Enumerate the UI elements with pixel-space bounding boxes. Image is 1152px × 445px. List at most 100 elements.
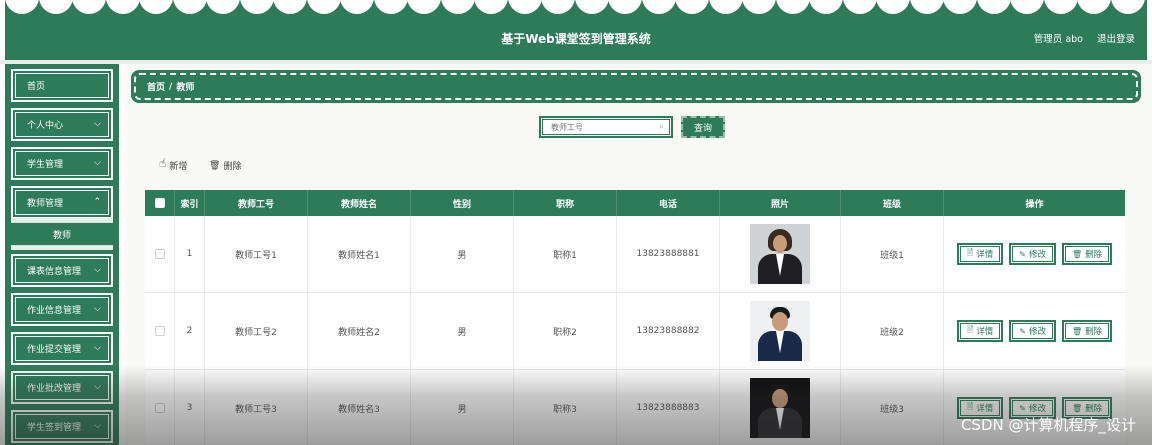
watermark-text: CSDN @计算机程序_设计	[960, 416, 1136, 434]
sidebar-item-label: 教师管理	[27, 199, 64, 209]
cell-teacher-name: 教师姓名2	[308, 293, 411, 369]
delete-label: 删除	[1085, 250, 1103, 260]
sidebar-item-homework-info-management[interactable]: 作业信息管理 ⌵	[10, 292, 114, 327]
cell-teacher-name: 教师姓名1	[308, 216, 411, 292]
trash-icon: 🗑︎	[209, 160, 221, 171]
user-label[interactable]: 管理员 abo	[1034, 31, 1083, 45]
detail-button[interactable]: 🗎︎ 详情	[956, 320, 1004, 342]
scallop-shape	[340, 0, 374, 14]
cell-gender: 男	[411, 216, 514, 292]
sidebar-item-student-management[interactable]: 学生管理 ⌵	[10, 146, 114, 181]
scallop-shape	[206, 0, 240, 14]
scallop-shape	[172, 0, 207, 14]
scallop-shape	[306, 0, 341, 14]
scallop-shape	[943, 0, 977, 14]
cell-title: 职称1	[514, 216, 617, 292]
scallop-shape	[976, 0, 1011, 14]
hand-cursor-icon: ☝	[159, 156, 167, 170]
sidebar-subitem-teacher[interactable]: 教师	[11, 222, 113, 246]
sidebar-item-homework-grading-management[interactable]: 作业批改管理 ⌵	[10, 370, 114, 405]
scallop-shape	[541, 0, 575, 14]
detail-label: 详情	[976, 250, 994, 260]
teacher-table: 索引 教师工号 教师姓名 性别 职称 电话 照片 班级 操作 1 教师工号1 教…	[145, 190, 1125, 445]
query-button[interactable]: 查询	[681, 116, 725, 138]
scallop-shape	[38, 0, 73, 14]
column-header: 电话	[617, 190, 720, 216]
cell-teacher-name: 教师姓名3	[308, 370, 411, 445]
select-all-checkbox[interactable]	[154, 198, 165, 208]
pencil-icon: ✎	[1019, 403, 1026, 413]
scallop-shape	[775, 0, 810, 14]
sidebar-item-schedule-management[interactable]: 课表信息管理 ⌵	[10, 253, 114, 288]
add-label: 新增	[169, 162, 188, 172]
chevron-down-icon: ⌵	[94, 158, 101, 168]
header-user-area: 管理员 abo 退出登录	[1034, 31, 1135, 45]
cell-gender: 男	[411, 370, 514, 445]
cell-gender: 男	[411, 293, 514, 369]
search-box: ⌕	[539, 116, 673, 138]
sidebar-submenu: 教师	[11, 218, 113, 250]
cell-index: 3	[175, 370, 205, 445]
scallop-shape	[239, 0, 274, 14]
sidebar-item-label: 首页	[27, 82, 46, 92]
edit-button[interactable]: ✎ 修改	[1009, 320, 1056, 342]
bulk-delete-button[interactable]: 🗑︎ 删除	[209, 159, 242, 173]
cell-phone: 13823888883	[617, 370, 720, 445]
cell-phone: 13823888882	[617, 293, 720, 369]
chevron-down-icon: ⌵	[94, 304, 101, 314]
cell-phone: 13823888881	[617, 216, 720, 292]
chevron-down-icon: ⌵	[94, 265, 101, 275]
scallop-shape	[909, 0, 944, 14]
column-header: 索引	[175, 190, 205, 216]
detail-button[interactable]: 🗎︎ 详情	[956, 243, 1004, 265]
column-header: 教师姓名	[308, 190, 411, 216]
teacher-photo	[750, 301, 810, 361]
top-header: 基于Web课堂签到管理系统 管理员 abo 退出登录	[5, 0, 1147, 60]
sidebar-item-home[interactable]: 首页	[10, 68, 114, 103]
sidebar-item-teacher-management[interactable]: 教师管理 ⌃	[10, 185, 114, 220]
cell-index: 2	[175, 293, 205, 369]
main-content: 首页 / 教师 ⌕ 查询 ☝ 新增 🗑︎ 删除 索引 教师工号 教师姓名 性别 …	[125, 64, 1152, 445]
teacher-photo	[750, 378, 810, 438]
row-checkbox[interactable]	[154, 403, 165, 413]
sidebar-item-homework-submit-management[interactable]: 作业提交管理 ⌵	[10, 331, 114, 366]
cell-class: 班级3	[841, 370, 944, 445]
row-checkbox[interactable]	[154, 326, 165, 336]
sidebar-item-label: 个人中心	[27, 121, 64, 131]
breadcrumb-home[interactable]: 首页	[147, 80, 165, 93]
scallop-shape	[876, 0, 910, 14]
sidebar-item-personal-center[interactable]: 个人中心 ⌵	[10, 107, 114, 142]
scallop-shape	[440, 0, 475, 14]
chevron-down-icon: ⌵	[94, 343, 101, 353]
row-checkbox[interactable]	[154, 249, 165, 259]
app-title: 基于Web课堂签到管理系统	[501, 32, 651, 46]
delete-button[interactable]: 🗑︎ 删除	[1062, 243, 1113, 265]
delete-label: 删除	[223, 162, 242, 172]
delete-button[interactable]: 🗑︎ 删除	[1062, 320, 1113, 342]
scallop-shape	[139, 0, 173, 14]
sidebar-item-label: 课表信息管理	[27, 267, 82, 277]
scallop-shape	[809, 0, 843, 14]
edit-label: 修改	[1028, 250, 1046, 260]
sidebar-item-label: 作业信息管理	[27, 306, 82, 316]
sidebar-item-label: 学生签到管理	[27, 423, 82, 433]
pencil-icon: ✎	[1019, 249, 1026, 259]
logout-button[interactable]: 退出登录	[1097, 31, 1135, 45]
document-icon: 🗎︎	[966, 402, 974, 411]
sidebar: 首页 个人中心 ⌵ 学生管理 ⌵ 教师管理 ⌃ 教师 课表信息管理 ⌵ 作业信息…	[5, 64, 119, 445]
cell-teacher-no: 教师工号1	[205, 216, 308, 292]
scallop-shape	[105, 0, 140, 14]
edit-button[interactable]: ✎ 修改	[1009, 243, 1056, 265]
cell-teacher-no: 教师工号3	[205, 370, 308, 445]
pencil-icon: ✎	[1019, 326, 1026, 336]
chevron-up-icon: ⌃	[93, 197, 101, 207]
row-checkbox-cell	[145, 370, 175, 445]
trash-icon: 🗑︎	[1072, 249, 1083, 259]
search-input[interactable]	[551, 122, 651, 132]
table-row: 2 教师工号2 教师姓名2 男 职称2 13823888882 班级2 🗎︎ 详情…	[145, 293, 1125, 370]
column-header: 教师工号	[205, 190, 308, 216]
add-button[interactable]: ☝ 新增	[159, 154, 187, 172]
sidebar-item-checkin-management[interactable]: 学生签到管理 ⌵	[10, 409, 114, 444]
scallop-shape	[608, 0, 642, 14]
breadcrumb-current: 教师	[176, 83, 195, 93]
